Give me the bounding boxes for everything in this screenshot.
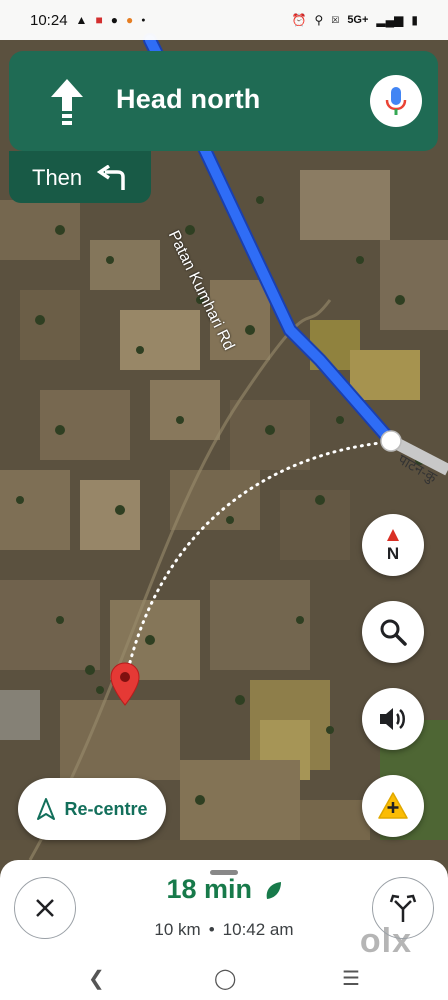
dot-icon: ● <box>141 16 146 24</box>
compass-icon: N <box>387 529 399 563</box>
navigation-arrow-icon <box>37 798 56 820</box>
recent-apps-icon[interactable]: ☰ <box>342 966 360 991</box>
sound-button[interactable] <box>362 688 424 750</box>
network-label: 5G+ <box>347 14 369 26</box>
report-incident-button[interactable] <box>362 775 424 837</box>
then-card: Then <box>9 151 151 203</box>
trip-distance: 10 km <box>154 920 201 939</box>
alternate-routes-button[interactable] <box>372 877 434 939</box>
mic-icon <box>385 87 407 115</box>
turn-left-icon <box>97 165 125 190</box>
destination-pin-icon[interactable] <box>110 662 140 706</box>
volte-icon: ☒ <box>331 14 340 25</box>
search-icon <box>380 619 407 646</box>
signal-icon: ▂▄▆ <box>376 13 404 27</box>
arrow-up-icon <box>51 79 83 125</box>
status-bar: 10:24 ▲ ■ ● ● ● ⏰ ⚲ ☒ 5G+ ▂▄▆ ▮ <box>0 0 448 40</box>
then-label: Then <box>32 165 83 190</box>
status-time: 10:24 <box>30 11 68 29</box>
location-icon: ⚲ <box>314 13 324 27</box>
compass-button[interactable]: N <box>362 514 424 576</box>
trip-separator: • <box>208 920 215 939</box>
home-icon[interactable]: ◯ <box>214 966 236 991</box>
report-incident-icon <box>378 792 408 819</box>
fork-route-icon <box>389 894 417 922</box>
app-icon: ● <box>110 13 118 27</box>
navigation-card[interactable]: Head north <box>9 51 438 151</box>
navigation-icon: ▲ <box>75 13 88 27</box>
recenter-label: Re-centre <box>64 798 148 819</box>
system-nav-bar: ❮ ◯ ☰ <box>0 960 448 1000</box>
eco-leaf-icon <box>266 881 281 899</box>
instruction-text: Head north <box>116 84 261 114</box>
back-icon[interactable]: ❮ <box>88 966 105 991</box>
search-button[interactable] <box>362 601 424 663</box>
compass-label: N <box>387 544 399 563</box>
alarm-icon: ⏰ <box>291 13 307 27</box>
trip-summary-sheet[interactable]: 18 min 10 km • 10:42 am olx <box>0 860 448 960</box>
notification-icon: ■ <box>95 13 103 27</box>
battery-icon: ▮ <box>411 13 418 27</box>
app-icon: ● <box>125 13 134 27</box>
trip-duration: 18 min <box>166 874 253 904</box>
arrival-time: 10:42 am <box>222 920 294 939</box>
recenter-button[interactable]: Re-centre <box>18 778 166 840</box>
voice-button[interactable] <box>370 75 422 127</box>
volume-icon <box>380 708 405 730</box>
